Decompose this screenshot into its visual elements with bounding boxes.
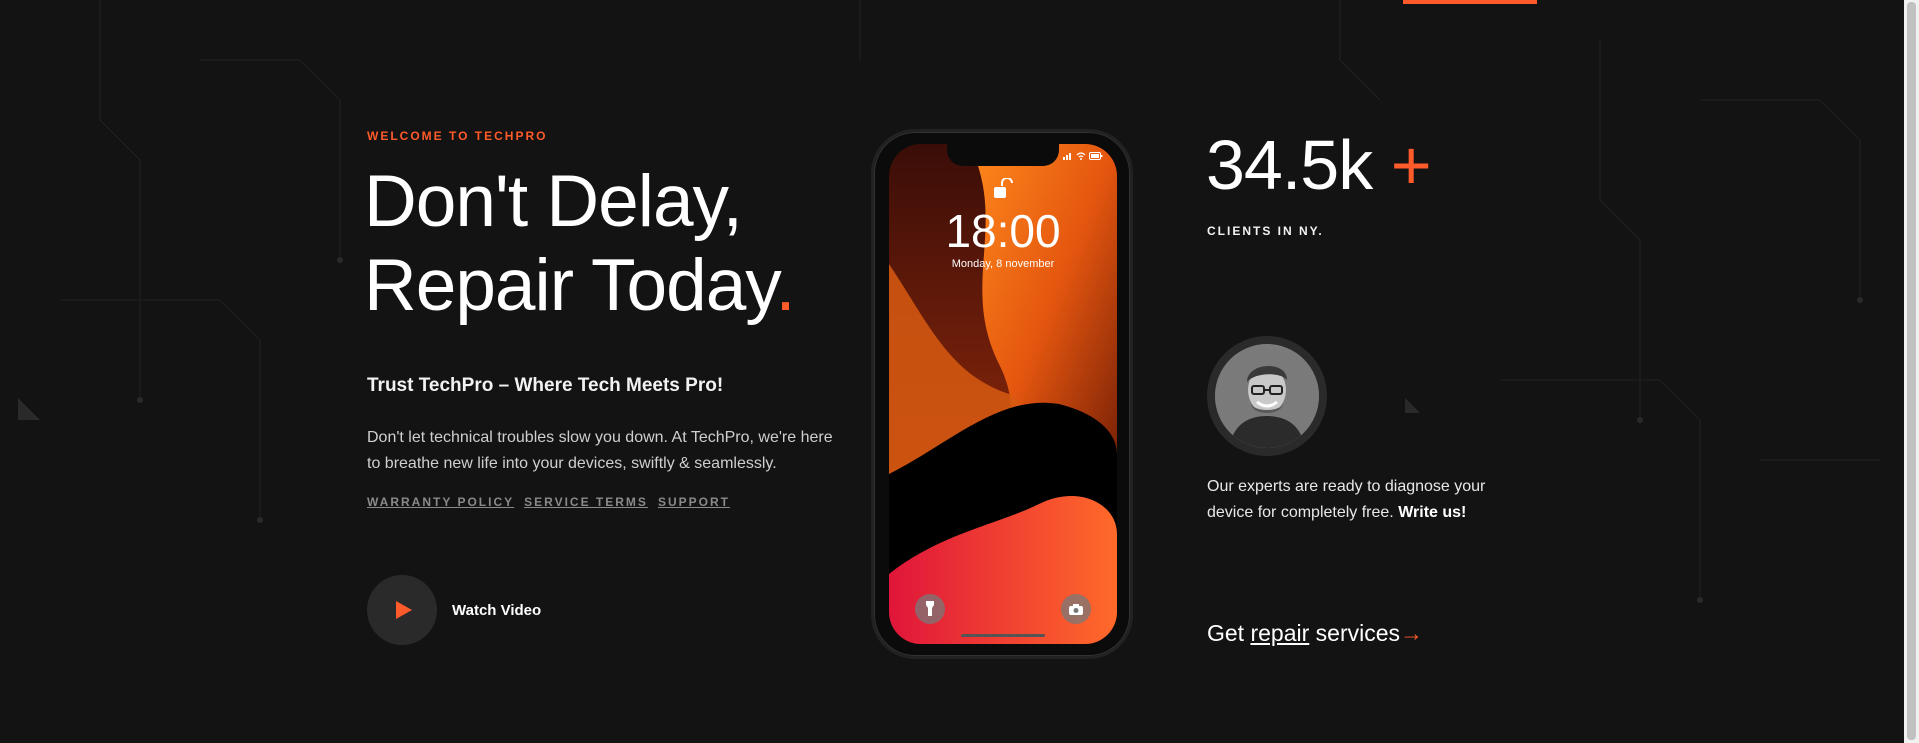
clients-count: 34.5k (1206, 126, 1373, 204)
lockscreen-date: Monday, 8 november (951, 258, 1055, 270)
page-scrollbar[interactable] (1904, 0, 1919, 743)
flashlight-button (915, 594, 945, 624)
phone-screen: 18:00 Monday, 8 november (889, 144, 1117, 644)
play-icon (396, 601, 412, 619)
home-indicator (961, 634, 1045, 637)
signal-icon (1063, 153, 1071, 160)
support-link[interactable]: SUPPORT (658, 495, 730, 509)
hero-headline: Don't Delay, Repair Today. (364, 160, 796, 328)
watch-video-button[interactable]: Watch Video (367, 575, 541, 645)
top-accent-bar (1403, 0, 1537, 4)
policy-links: WARRANTY POLICY SERVICE TERMS SUPPORT (367, 495, 730, 509)
camera-button (1061, 594, 1091, 624)
play-button[interactable] (367, 575, 437, 645)
repair-cta-link[interactable]: repair (1250, 620, 1309, 646)
clients-label: CLIENTS IN NY. (1207, 224, 1324, 238)
experts-text: Our experts are ready to diagnose your d… (1207, 474, 1517, 526)
phone-mockup: 18:00 Monday, 8 november (871, 129, 1133, 659)
unlock-icon (994, 178, 1013, 198)
battery-icon (1089, 152, 1103, 160)
wifi-icon (1076, 152, 1086, 160)
camera-icon (1069, 603, 1083, 615)
hero-tagline: Trust TechPro – Where Tech Meets Pro! (367, 375, 724, 396)
service-terms-link[interactable]: SERVICE TERMS (524, 495, 648, 509)
watch-video-label: Watch Video (452, 601, 542, 619)
expert-avatar-ring (1207, 336, 1327, 456)
headline-dot: . (775, 245, 795, 326)
headline-line-1: Don't Delay, (364, 161, 743, 242)
scrollbar-thumb[interactable] (1907, 2, 1916, 740)
lockscreen-time: 18:00 (945, 205, 1061, 257)
arrow-right-icon: → (1400, 620, 1424, 646)
hero-eyebrow: WELCOME TO TECHPRO (367, 129, 548, 143)
write-us-link[interactable]: Write us! (1398, 504, 1466, 521)
status-bar-icons (1063, 152, 1103, 160)
get-repair-services-link[interactable]: Get repair services→ (1207, 620, 1423, 647)
warranty-policy-link[interactable]: WARRANTY POLICY (367, 495, 514, 509)
expert-photo (1215, 344, 1319, 448)
repair-cta-suffix: services (1315, 620, 1401, 646)
phone-notch (947, 144, 1059, 166)
hero-description: Don't let technical troubles slow you do… (367, 429, 833, 472)
headline-line-2: Repair Today (364, 245, 776, 326)
repair-cta-prefix: Get (1207, 620, 1245, 646)
clients-plus: + (1390, 126, 1432, 204)
flashlight-icon (926, 601, 934, 616)
expert-avatar (1215, 344, 1319, 448)
clients-stat: 34.5k + (1206, 125, 1432, 205)
